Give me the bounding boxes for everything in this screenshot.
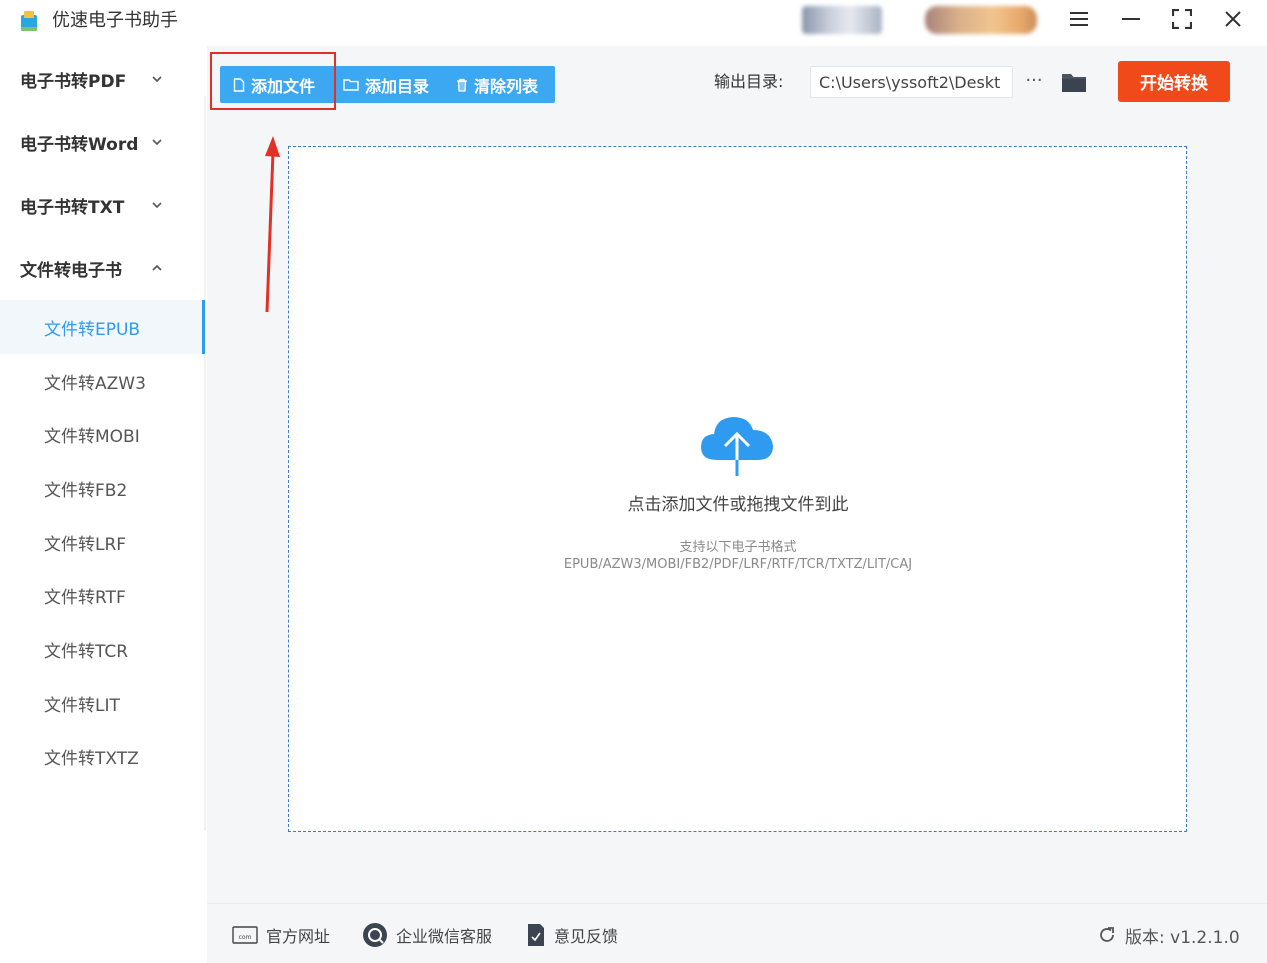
sidebar-item-label: 文件转EPUB (44, 319, 141, 340)
menu-icon (1070, 12, 1088, 26)
annotation-arrow (265, 136, 280, 313)
close-icon (1225, 11, 1241, 27)
clear-list-button[interactable]: 清除列表 (456, 66, 538, 103)
chevron-down-icon (152, 202, 162, 209)
footer-divider (207, 903, 1267, 904)
sidebar-item-epub[interactable]: 文件转EPUB (0, 300, 205, 354)
official-website-link[interactable]: com 官方网址 (232, 922, 330, 948)
category-ebook-to-pdf[interactable]: 电子书转PDF (20, 64, 190, 94)
minimize-button[interactable] (1113, 4, 1149, 34)
maximize-button[interactable] (1164, 4, 1200, 34)
chevron-down-icon (152, 139, 162, 146)
blurred-user-info (802, 6, 882, 34)
website-icon: com (232, 926, 258, 944)
sidebar-item-rtf[interactable]: 文件转RTF (0, 568, 205, 622)
sidebar-item-label: 文件转LIT (44, 695, 120, 716)
file-drop-zone[interactable] (288, 146, 1187, 832)
sidebar-item-tcr[interactable]: 文件转TCR (0, 622, 205, 676)
add-directory-label: 添加目录 (365, 76, 430, 96)
folder-outline-icon (343, 79, 359, 91)
annotation-highlight-box (210, 52, 336, 110)
category-label: 文件转电子书 (20, 260, 122, 281)
feedback-icon (528, 924, 544, 946)
sidebar-item-label: 文件转FB2 (44, 480, 128, 501)
version-info: 版本: v1.2.1.0 (1097, 922, 1240, 948)
trash-icon (457, 78, 467, 92)
minimize-icon (1122, 18, 1140, 20)
category-label: 电子书转PDF (20, 71, 127, 92)
output-directory-label: 输出目录: (714, 72, 784, 91)
chat-icon (363, 923, 387, 947)
app-title: 优速电子书助手 (52, 10, 178, 31)
blurred-avatar[interactable] (925, 6, 1037, 34)
sidebar-item-txtz[interactable]: 文件转TXTZ (0, 729, 205, 783)
category-file-to-ebook[interactable]: 文件转电子书 (20, 253, 190, 283)
wechat-support-link[interactable]: 企业微信客服 (362, 922, 492, 948)
menu-button[interactable] (1061, 4, 1097, 34)
official-website-label: 官方网址 (266, 927, 331, 946)
drop-hint-text: 点击添加文件或拖拽文件到此 (627, 495, 849, 515)
sidebar-item-mobi[interactable]: 文件转MOBI (0, 407, 205, 461)
category-ebook-to-word[interactable]: 电子书转Word (20, 127, 190, 157)
category-ebook-to-txt[interactable]: 电子书转TXT (20, 190, 190, 220)
app-logo-icon (21, 11, 37, 31)
wechat-support-label: 企业微信客服 (396, 927, 493, 946)
category-label: 电子书转Word (20, 134, 139, 155)
chevron-down-icon (152, 76, 162, 83)
sidebar-item-label: 文件转TCR (44, 641, 129, 662)
sidebar-item-lit[interactable]: 文件转LIT (0, 676, 205, 730)
output-directory-input[interactable] (810, 66, 1013, 98)
chevron-up-icon (152, 264, 162, 271)
feedback-link[interactable]: 意见反馈 (526, 922, 618, 948)
start-convert-button[interactable]: 开始转换 (1118, 61, 1230, 102)
sidebar-item-label: 文件转AZW3 (44, 373, 146, 394)
supported-formats-list: EPUB/AZW3/MOBI/FB2/PDF/LRF/RTF/TCR/TXTZ/… (563, 557, 913, 572)
add-directory-button[interactable]: 添加目录 (343, 66, 429, 103)
category-label: 电子书转TXT (20, 197, 125, 218)
close-button[interactable] (1215, 4, 1251, 34)
sidebar-item-label: 文件转TXTZ (44, 748, 139, 769)
sidebar-item-label: 文件转LRF (44, 534, 127, 555)
supported-formats-title: 支持以下电子书格式 (679, 540, 797, 555)
svg-text:com: com (239, 934, 252, 941)
title-bar: 优速电子书助手 (0, 0, 1267, 46)
sidebar-item-azw3[interactable]: 文件转AZW3 (0, 354, 205, 408)
folder-icon[interactable] (1059, 68, 1089, 96)
feedback-label: 意见反馈 (554, 927, 619, 946)
maximize-icon (1172, 9, 1192, 29)
sidebar-item-label: 文件转MOBI (44, 426, 140, 447)
sidebar-item-lrf[interactable]: 文件转LRF (0, 515, 205, 569)
clear-list-label: 清除列表 (474, 76, 539, 96)
cloud-upload-icon[interactable] (697, 410, 777, 480)
version-label: 版本: v1.2.1.0 (1125, 927, 1240, 948)
refresh-icon[interactable] (1097, 925, 1117, 945)
sidebar-item-label: 文件转RTF (44, 587, 126, 608)
sidebar-item-fb2[interactable]: 文件转FB2 (0, 461, 205, 515)
browse-more-button[interactable]: ··· (1020, 70, 1048, 94)
